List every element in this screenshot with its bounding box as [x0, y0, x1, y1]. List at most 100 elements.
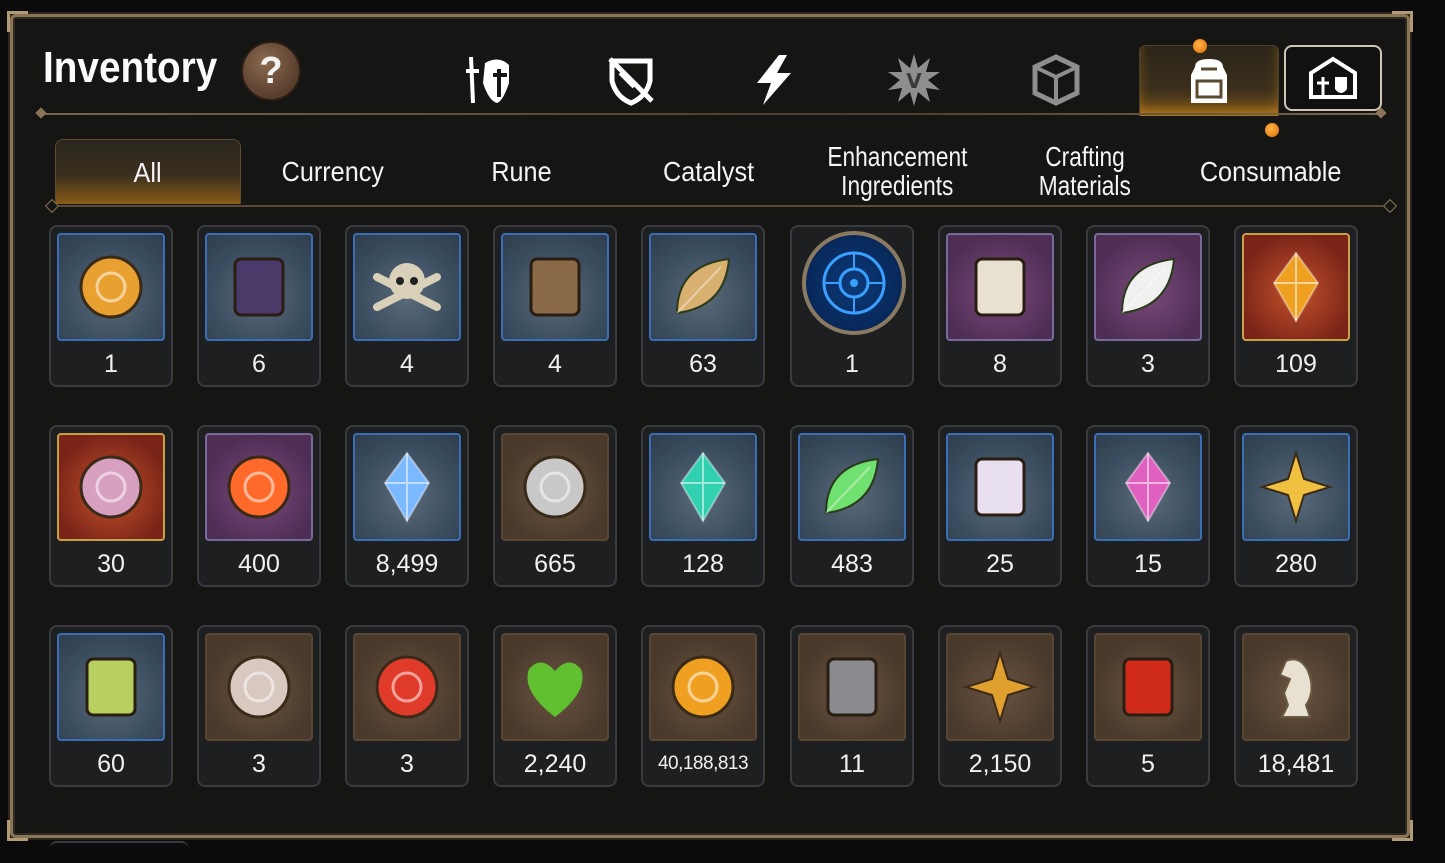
paw-certificate-icon	[946, 433, 1054, 541]
inventory-slot[interactable]: 30	[49, 425, 173, 587]
inventory-slot[interactable]: 1	[49, 225, 173, 387]
dark-scale-plates-icon	[205, 233, 313, 341]
inventory-slot[interactable]: 11	[790, 625, 914, 787]
inventory-slot[interactable]: 18,481	[1234, 625, 1358, 787]
notification-dot	[1193, 39, 1207, 53]
spiked-burst-icon: V	[888, 54, 940, 106]
inventory-slot[interactable]: 6	[197, 225, 321, 387]
tab-label-line: Ingredients	[840, 170, 954, 201]
inventory-slot[interactable]: 63	[641, 225, 765, 387]
star-pendant-icon	[1242, 433, 1350, 541]
inventory-slot[interactable]: 665	[493, 425, 617, 587]
panel-corner-ornament	[1392, 820, 1413, 841]
tab-catalyst[interactable]: Catalyst	[617, 139, 801, 203]
item-count: 3	[1141, 350, 1155, 378]
orange-flower-ring-icon	[205, 433, 313, 541]
item-count: 128	[682, 550, 724, 578]
page-title: Inventory	[43, 43, 218, 92]
subtab-divider	[51, 205, 1391, 207]
item-count: 63	[689, 350, 717, 378]
inventory-slot[interactable]: 3	[345, 625, 469, 787]
inventory-slot[interactable]: 8,499	[345, 425, 469, 587]
tab-label-line: Materials	[1038, 170, 1132, 201]
fist-emblem-icon	[946, 633, 1054, 741]
inventory-slot[interactable]: 2,240	[493, 625, 617, 787]
pink-crystal-pile-icon	[1094, 433, 1202, 541]
inventory-slot[interactable]: 3	[1086, 225, 1210, 387]
teal-crystal-icon	[649, 433, 757, 541]
tab-currency[interactable]: Currency	[241, 139, 425, 203]
item-count: 400	[238, 550, 280, 578]
tab-equipment[interactable]	[443, 45, 535, 115]
inventory-panel: Inventory ? V All Currency Rune Catalyst…	[7, 11, 1413, 843]
inventory-slot[interactable]: 109	[1234, 225, 1358, 387]
item-count: 109	[1275, 350, 1317, 378]
item-count: 1	[104, 350, 118, 378]
inventory-slot[interactable]: 40,188,813	[641, 625, 765, 787]
svg-text:V: V	[906, 69, 922, 93]
tab-consumable[interactable]: Consumable	[1179, 139, 1363, 203]
knight-helmet-icon	[466, 56, 509, 104]
item-count: 2,150	[968, 750, 1032, 778]
red-seal-badge-icon	[353, 633, 461, 741]
tab-burst[interactable]: V	[868, 45, 960, 115]
tab-all[interactable]: All	[55, 139, 241, 204]
item-count: 483	[831, 550, 873, 578]
inventory-slot[interactable]: 4	[493, 225, 617, 387]
green-leaf-icon	[798, 433, 906, 541]
help-button[interactable]: ?	[241, 41, 301, 101]
item-count: 4	[548, 350, 562, 378]
panel-corner-ornament	[7, 11, 28, 32]
tab-cube[interactable]	[1010, 45, 1102, 115]
inventory-slot[interactable]: 4	[345, 225, 469, 387]
tab-bag[interactable]	[1139, 45, 1279, 116]
item-count: 30	[97, 550, 125, 578]
inventory-slot[interactable]: 400	[197, 425, 321, 587]
tab-skill[interactable]	[727, 45, 819, 115]
item-count: 3	[400, 750, 414, 778]
tab-rune[interactable]: Rune	[429, 139, 613, 203]
item-count: 8,499	[375, 550, 439, 578]
tab-defense[interactable]	[585, 45, 677, 115]
item-count: 5	[1141, 750, 1155, 778]
item-count: 40,188,813	[657, 753, 749, 774]
item-count: 4	[400, 350, 414, 378]
gold-sun-medallion-icon	[57, 233, 165, 341]
item-count: 2,240	[523, 750, 587, 778]
inventory-slot[interactable]: 483	[790, 425, 914, 587]
skull-crossbones-icon	[353, 233, 461, 341]
gold-sun-coin-icon	[649, 633, 757, 741]
tab-guild[interactable]	[1284, 45, 1382, 111]
inventory-slot[interactable]: 25	[938, 425, 1062, 587]
inventory-slot[interactable]: 15	[1086, 425, 1210, 587]
pet-food-bag-icon	[946, 233, 1054, 341]
cube-icon	[1032, 54, 1080, 106]
crossed-shield-icon	[608, 57, 654, 106]
item-count: 60	[97, 750, 125, 778]
item-count: 15	[1134, 550, 1162, 578]
blue-crystal-icon	[353, 433, 461, 541]
panel-corner-ornament	[1392, 11, 1413, 32]
red-banner-icon	[1094, 633, 1202, 741]
item-count: 1	[845, 350, 859, 378]
inventory-slot[interactable]: 60	[49, 625, 173, 787]
inventory-slot[interactable]: 280	[1234, 425, 1358, 587]
armor-orb-icon	[205, 633, 313, 741]
inventory-slot[interactable]: 1	[790, 225, 914, 387]
inventory-slot[interactable]: 2,150	[938, 625, 1062, 787]
amber-crystal-icon	[1242, 233, 1350, 341]
feather-wand-icon	[1094, 233, 1202, 341]
item-count: 8	[993, 350, 1007, 378]
inventory-slot[interactable]: 3	[197, 625, 321, 787]
backpack-icon	[1191, 59, 1227, 103]
inventory-slot[interactable]: 5	[1086, 625, 1210, 787]
header-divider	[41, 113, 1381, 115]
item-count: 3	[252, 750, 266, 778]
tab-crafting-materials[interactable]: Crafting Materials	[993, 139, 1177, 203]
tab-enhancement-ingredients[interactable]: Enhancement Ingredients	[805, 139, 989, 203]
feather-berry-icon	[649, 233, 757, 341]
lightning-bolt-icon	[757, 55, 791, 105]
silver-coin-icon	[501, 433, 609, 541]
inventory-slot[interactable]: 128	[641, 425, 765, 587]
inventory-slot[interactable]: 8	[938, 225, 1062, 387]
